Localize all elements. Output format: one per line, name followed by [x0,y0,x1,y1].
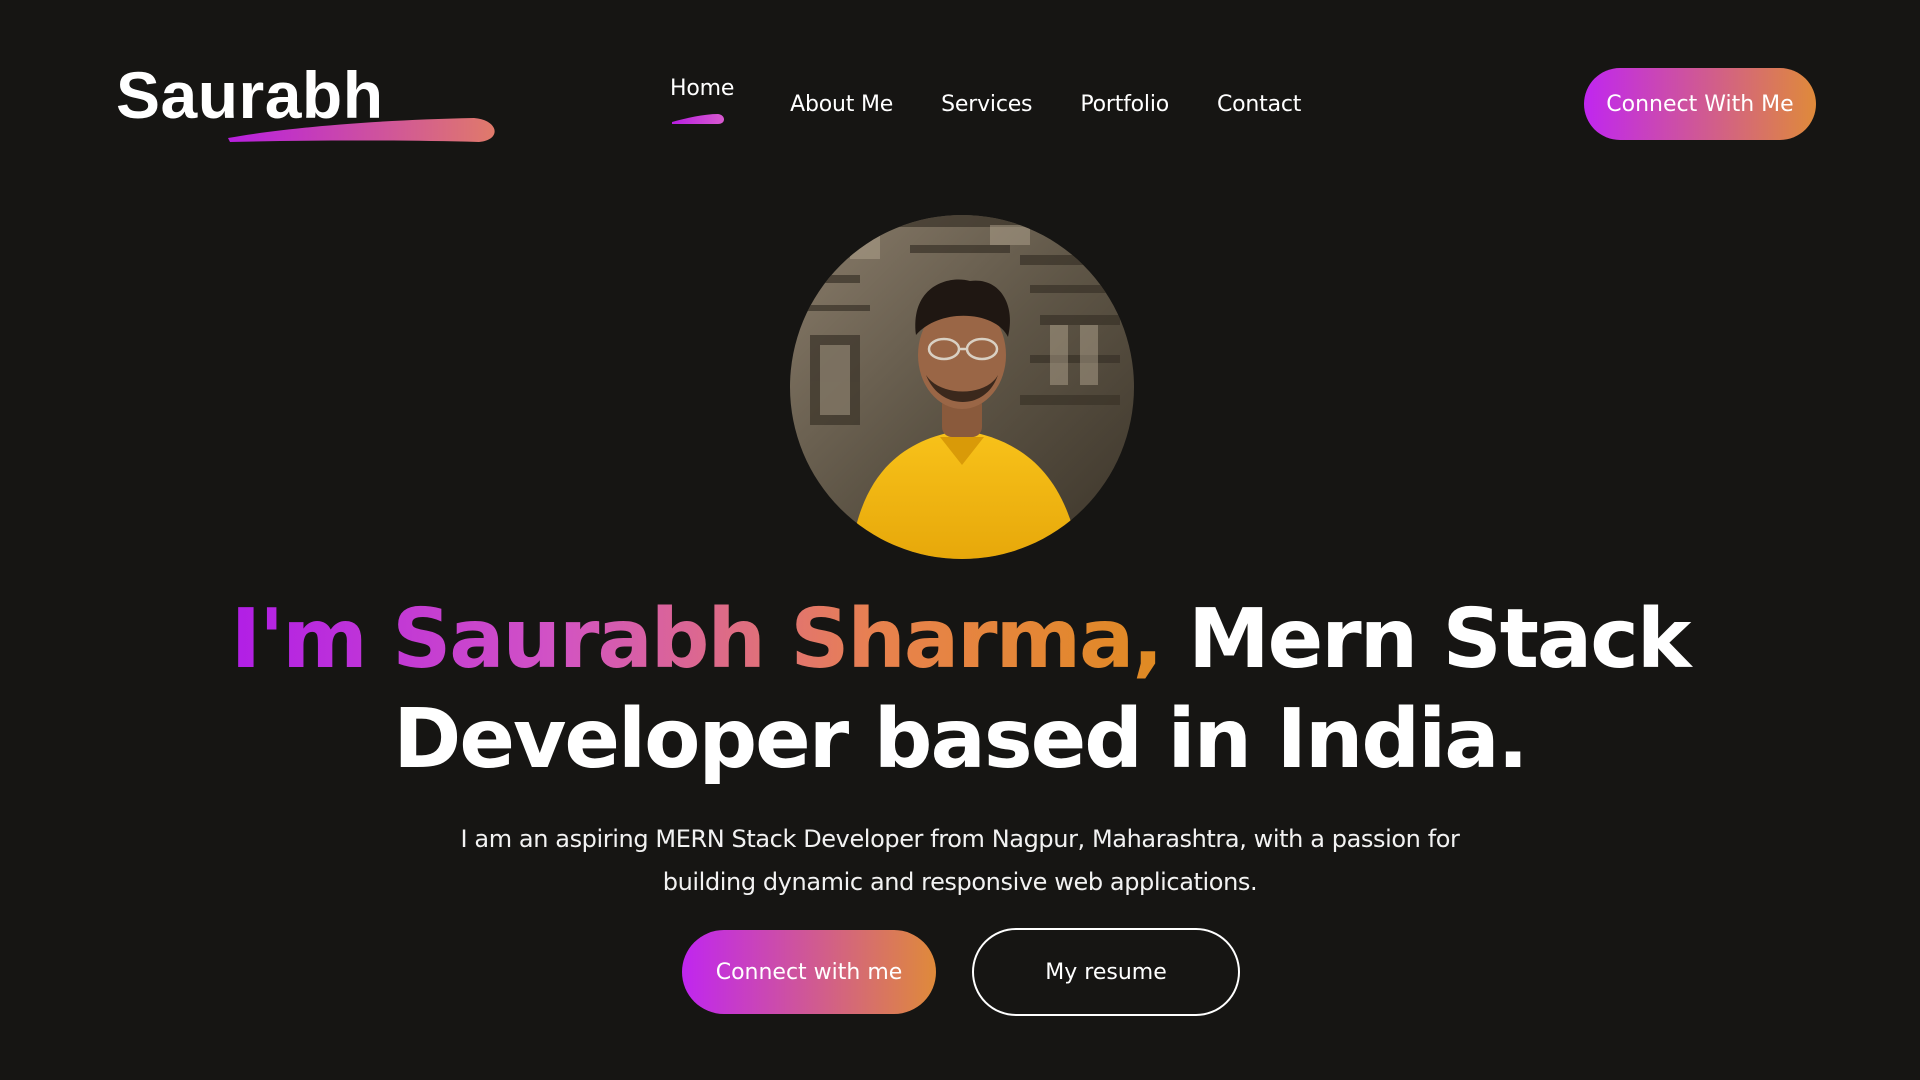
portfolio-page: Saurabh Home About Me Services Portfolio… [0,0,1920,1080]
nav-item-label: Services [941,92,1033,117]
intro-line-2: building dynamic and responsive web appl… [662,868,1258,896]
logo[interactable]: Saurabh [114,58,495,148]
hero-intro: I am an aspiring MERN Stack Developer fr… [0,818,1920,904]
nav-item-services[interactable]: Services [941,92,1032,117]
main-nav: Home About Me Services Portfolio Contact [640,76,1301,124]
nav-item-label: About Me [790,92,894,117]
nav-item-about-me[interactable]: About Me [790,92,893,117]
headline-highlight: I'm Saurabh Sharma, [230,592,1164,687]
my-resume-button[interactable]: My resume [972,928,1240,1016]
nav-item-label: Home [670,76,735,101]
connect-with-me-hero-button[interactable]: Connect with me [682,930,936,1014]
intro-line-1: I am an aspiring MERN Stack Developer fr… [460,825,1460,853]
headline-line2: Developer based in India. [393,692,1528,787]
nav-item-home[interactable]: Home [670,76,735,124]
nav-item-portfolio[interactable]: Portfolio [1080,92,1169,117]
nav-item-label: Contact [1217,92,1302,117]
nav-item-contact[interactable]: Contact [1217,92,1301,117]
logo-text: Saurabh [116,58,384,132]
profile-photo [790,215,1134,559]
nav-item-label: Portfolio [1080,92,1170,117]
headline-rest: Mern Stack [1188,592,1691,687]
connect-with-me-button[interactable]: Connect With Me [1584,68,1816,140]
brush-stroke-icon [672,114,724,124]
hero-headline: I'm Saurabh Sharma, Mern Stack Developer… [0,590,1920,790]
